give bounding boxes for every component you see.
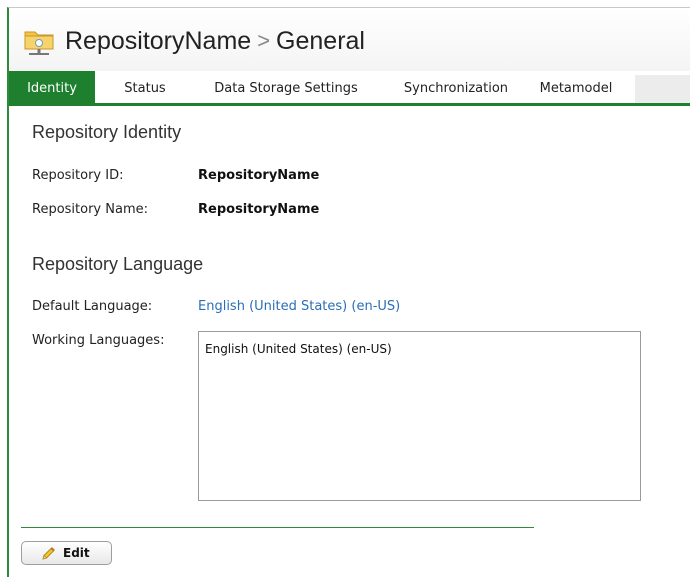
tab-data-storage-settings[interactable]: Data Storage Settings [197, 75, 375, 103]
default-language-label: Default Language: [32, 299, 153, 314]
default-language-link[interactable]: English (United States) (en-US) [198, 299, 400, 314]
repository-name-title: RepositoryName [65, 27, 252, 55]
repository-name-label: Repository Name: [32, 202, 148, 217]
page-header: RepositoryName > General [9, 8, 690, 71]
edit-button-label: Edit [63, 546, 90, 560]
working-languages-label: Working Languages: [32, 333, 165, 348]
tab-identity[interactable]: Identity [9, 71, 95, 103]
repository-id-value: RepositoryName [198, 168, 320, 183]
tab-synchronization[interactable]: Synchronization [387, 75, 525, 103]
working-languages-list[interactable]: English (United States) (en-US) [198, 331, 641, 501]
page-title: RepositoryName > General [65, 27, 365, 56]
breadcrumb-separator: > [257, 28, 271, 53]
page-name-title: General [276, 27, 365, 55]
tab-bar-filler [635, 75, 690, 103]
divider [21, 527, 534, 528]
edit-button[interactable]: Edit [21, 541, 112, 565]
tab-metamodel[interactable]: Metamodel [531, 75, 621, 103]
repository-language-heading: Repository Language [32, 254, 204, 274]
list-item[interactable]: English (United States) (en-US) [199, 332, 640, 356]
tab-status[interactable]: Status [109, 75, 181, 103]
tab-bar: Identity Status Data Storage Settings Sy… [9, 71, 690, 106]
pencil-icon [42, 547, 55, 560]
repository-identity-heading: Repository Identity [32, 122, 182, 142]
repository-folder-icon [24, 31, 54, 55]
repository-name-value: RepositoryName [198, 202, 320, 217]
repository-id-label: Repository ID: [32, 168, 124, 183]
